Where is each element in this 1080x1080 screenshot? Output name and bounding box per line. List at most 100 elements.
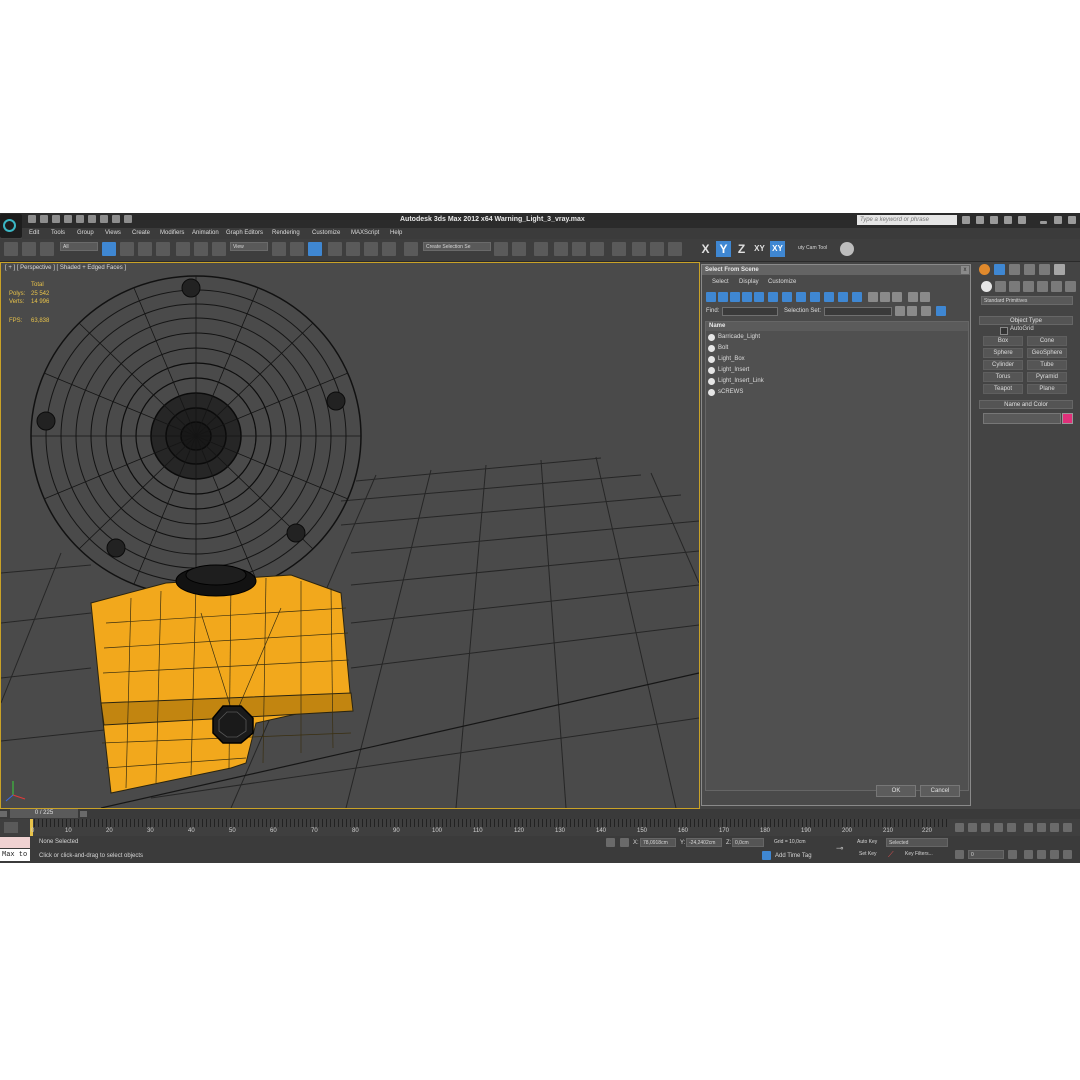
filter-lights-icon[interactable] (730, 292, 740, 302)
menu-group[interactable]: Group (77, 230, 94, 236)
time-slider-handle[interactable]: 0 / 225 (10, 809, 78, 818)
select-object-icon[interactable] (102, 242, 116, 256)
named-selection-set-dropdown[interactable]: Create Selection Se (423, 242, 491, 251)
snaps-toggle-icon[interactable] (328, 242, 342, 256)
sync-selection-icon[interactable] (921, 306, 931, 316)
list-item[interactable]: sCREWS (706, 387, 968, 398)
time-slider[interactable]: 0 / 225 (0, 809, 1080, 819)
close-icon[interactable] (1068, 216, 1076, 224)
maximize-viewport-icon[interactable] (1050, 850, 1059, 859)
geosphere-button[interactable]: GeoSphere (1027, 348, 1067, 358)
time-configuration-icon[interactable] (1008, 850, 1017, 859)
zoom-extents-icon[interactable] (1024, 823, 1033, 832)
bind-space-warp-icon[interactable] (40, 242, 54, 256)
reference-coordinate-dropdown[interactable]: View (230, 242, 268, 251)
key-filters-button[interactable]: Key Filters... (903, 850, 948, 859)
plugin-toolbar-label[interactable]: uty Cam Tool (796, 244, 838, 253)
filter-shapes-icon[interactable] (718, 292, 728, 302)
field-of-view-icon[interactable] (1050, 823, 1059, 832)
restrict-xy-button[interactable]: XY (752, 241, 767, 257)
maxscript-mini-listener[interactable]: Max to (0, 849, 30, 861)
search-input[interactable]: Type a keyword or phrase (857, 215, 957, 225)
menu-maxscript[interactable]: MAXScript (351, 230, 379, 236)
box-button[interactable]: Box (983, 336, 1023, 346)
column-header-name[interactable]: Name (706, 322, 968, 331)
filter-spacewarps-icon[interactable] (768, 292, 778, 302)
keyboard-shortcut-override-icon[interactable] (308, 242, 322, 256)
tube-button[interactable]: Tube (1027, 360, 1067, 370)
walk-through-icon[interactable] (1037, 850, 1046, 859)
motion-tab-icon[interactable] (1024, 264, 1035, 275)
menu-create[interactable]: Create (132, 230, 150, 236)
auto-key-mode-dropdown[interactable]: Selected (886, 838, 948, 847)
edit-named-selection-icon[interactable] (404, 242, 418, 256)
minimize-icon[interactable] (1040, 221, 1047, 224)
window-crossing-icon[interactable] (156, 242, 170, 256)
maxscript-listener-pink[interactable] (0, 837, 30, 848)
new-file-icon[interactable] (28, 215, 36, 223)
selection-region-icon[interactable] (138, 242, 152, 256)
spinner-snap-icon[interactable] (382, 242, 396, 256)
restrict-z-button[interactable]: Z (734, 241, 749, 257)
track-bar[interactable]: 0 10 20 30 40 50 60 70 80 90 100 110 120… (0, 819, 1080, 836)
render-setup-icon[interactable] (632, 242, 646, 256)
quick-access-dropdown-icon[interactable] (124, 215, 132, 223)
list-item[interactable]: Bolt (706, 343, 968, 354)
modify-tab-icon[interactable] (994, 264, 1005, 275)
menu-edit[interactable]: Edit (29, 230, 39, 236)
subscription-icon[interactable] (976, 216, 984, 224)
select-none-icon[interactable] (880, 292, 890, 302)
render-production-icon[interactable] (668, 242, 682, 256)
set-key-button[interactable]: Set Key (857, 850, 885, 859)
select-by-name-icon[interactable] (120, 242, 134, 256)
dialog-menu-select[interactable]: Select (712, 279, 729, 285)
spacewarps-category-icon[interactable] (1051, 281, 1062, 292)
selection-set-dropdown[interactable] (824, 307, 892, 316)
previous-frame-icon[interactable] (968, 823, 977, 832)
ok-button[interactable]: OK (876, 785, 916, 797)
orbit-icon[interactable] (1024, 850, 1033, 859)
percent-snap-icon[interactable] (364, 242, 378, 256)
list-item[interactable]: Light_Insert (706, 365, 968, 376)
align-icon[interactable] (512, 242, 526, 256)
menu-rendering[interactable]: Rendering (272, 230, 300, 236)
filter-funnel-icon[interactable] (908, 292, 918, 302)
select-invert-icon[interactable] (892, 292, 902, 302)
project-folder-icon[interactable] (100, 215, 108, 223)
primitive-category-dropdown[interactable]: Standard Primitives (981, 296, 1073, 305)
scale-icon[interactable] (212, 242, 226, 256)
app-menu-button[interactable] (0, 214, 22, 238)
rotate-icon[interactable] (194, 242, 208, 256)
select-manipulate-icon[interactable] (290, 242, 304, 256)
absolute-mode-icon[interactable] (620, 838, 629, 847)
menu-help[interactable]: Help (390, 230, 402, 236)
menu-animation[interactable]: Animation (192, 230, 219, 236)
filter-cameras-icon[interactable] (742, 292, 752, 302)
x-coord-field[interactable]: 78,0918cm (640, 838, 676, 847)
object-type-rollout[interactable]: Object Type (979, 316, 1073, 325)
move-icon[interactable] (176, 242, 190, 256)
fetch-icon[interactable] (112, 215, 120, 223)
plugin-camera-icon[interactable] (840, 242, 854, 256)
perspective-viewport[interactable]: [ + ] [ Perspective ] [ Shaded + Edged F… (0, 262, 700, 809)
help-icon[interactable] (1018, 216, 1026, 224)
systems-category-icon[interactable] (1065, 281, 1076, 292)
save-file-icon[interactable] (52, 215, 60, 223)
object-name-input[interactable] (983, 413, 1061, 424)
set-key-key-icon[interactable]: ⊸ (836, 844, 850, 853)
find-input[interactable] (722, 307, 778, 316)
list-item[interactable]: Light_Box (706, 354, 968, 365)
restrict-plane-xy-button[interactable]: XY (770, 241, 785, 257)
open-file-icon[interactable] (40, 215, 48, 223)
mini-curve-editor-icon[interactable] (4, 822, 18, 833)
schematic-view-icon[interactable] (590, 242, 604, 256)
helpers-category-icon[interactable] (1037, 281, 1048, 292)
undo-icon[interactable] (76, 215, 84, 223)
maximize-icon[interactable] (1054, 216, 1062, 224)
restrict-y-button[interactable]: Y (716, 241, 731, 257)
curve-editor-icon[interactable] (572, 242, 586, 256)
graphite-ribbon-icon[interactable] (554, 242, 568, 256)
lights-category-icon[interactable] (1009, 281, 1020, 292)
selection-set-icon[interactable] (895, 306, 905, 316)
object-color-swatch[interactable] (1062, 413, 1073, 424)
